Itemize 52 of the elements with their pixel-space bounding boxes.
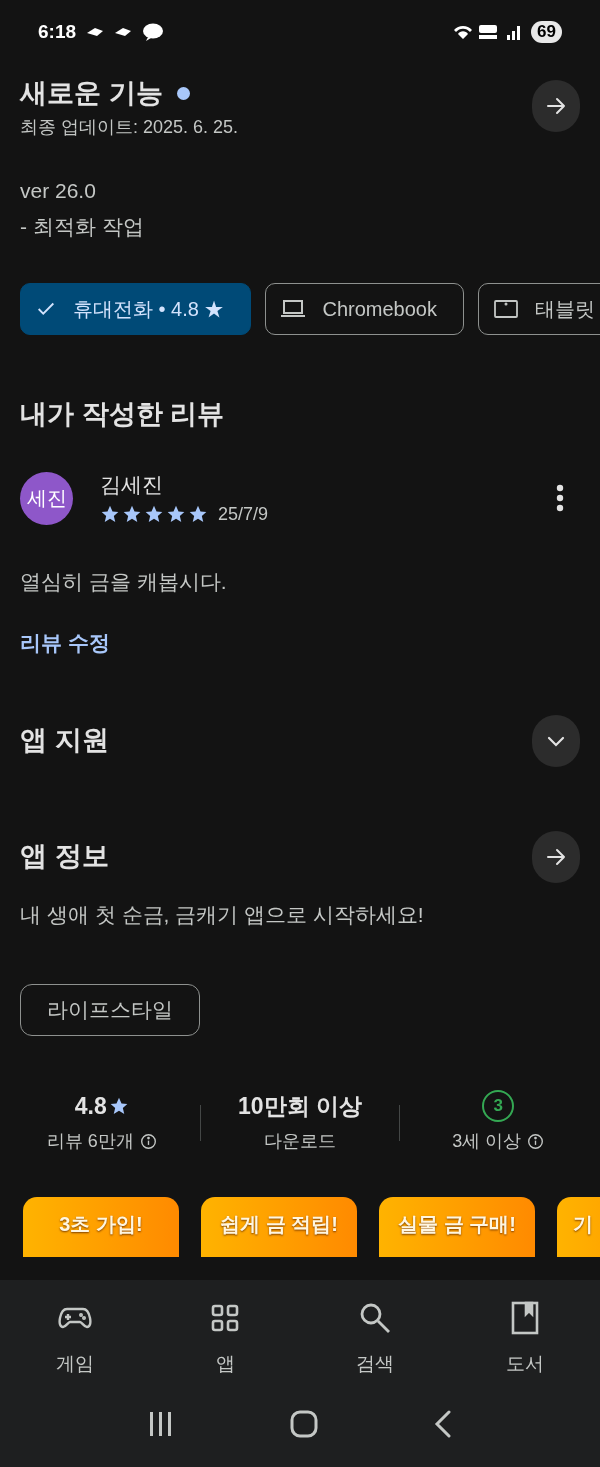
banner-text: 쉽게 금 적립! [220, 1212, 338, 1237]
notification-icon [86, 27, 105, 37]
recent-apps-icon[interactable] [148, 1410, 174, 1437]
grid-icon [211, 1304, 239, 1332]
category-chip[interactable]: 라이프스타일 [20, 984, 200, 1036]
info-icon [527, 1133, 545, 1150]
device-chip[interactable]: Chromebook [265, 283, 464, 335]
home-icon[interactable] [290, 1409, 318, 1438]
section-title: 새로운 기능 [20, 77, 163, 110]
notification-icon [114, 27, 133, 37]
device-chip[interactable]: 태블릿 [478, 283, 600, 335]
app-description: 내 생애 첫 순금, 금캐기 앱으로 시작하세요! [19, 901, 425, 928]
chevron-down-icon [547, 734, 565, 747]
back-icon[interactable] [434, 1409, 452, 1438]
gamepad-icon [58, 1305, 92, 1331]
stat-label: 리뷰 6만개 [46, 1130, 134, 1153]
release-note: - 최적화 작업 [20, 214, 145, 240]
laptop-icon [280, 298, 307, 320]
section-title: 앱 지원 [20, 724, 109, 758]
user-avatar: 세진 [20, 471, 73, 525]
battery-indicator: 69 [531, 21, 562, 43]
open-button[interactable] [532, 80, 580, 132]
nav-tab[interactable]: 앱 [150, 1300, 300, 1379]
nav-tab[interactable]: 검색 [300, 1300, 450, 1379]
star-icon [108, 1096, 129, 1116]
banner-text: 기 [573, 1212, 593, 1237]
tablet-icon [493, 299, 519, 319]
stat-value: 4.8 [74, 1091, 107, 1121]
reviewer-name: 김세진 [100, 472, 164, 498]
info-icon [139, 1133, 157, 1150]
more-options-icon[interactable] [556, 484, 564, 513]
banner-text: 실물 금 구매! [398, 1212, 516, 1237]
age-rating-badge: 3 [482, 1090, 515, 1122]
nav-tab[interactable]: 게임 [0, 1300, 150, 1379]
stat-label: 3세 이상 [452, 1130, 522, 1153]
status-time: 6:18 [38, 19, 77, 44]
banner-text: 3초 가입! [59, 1212, 143, 1237]
stat-label: 다운로드 [264, 1130, 336, 1153]
release-note: ver 26.0 [20, 178, 97, 204]
search-icon [359, 1302, 391, 1334]
open-button[interactable] [532, 830, 580, 883]
chat-bubble-icon [142, 22, 165, 42]
update-date: 최종 업데이트: 2025. 6. 25. [20, 116, 239, 139]
book-icon [511, 1301, 539, 1335]
section-title: 내가 작성한 리뷰 [19, 398, 225, 431]
nav-tab[interactable]: 도서 [450, 1300, 600, 1379]
edit-review-link[interactable]: 리뷰 수정 [0, 627, 130, 659]
review-date: 25/7/9 [218, 502, 269, 526]
stat-value: 10만회 이상 [238, 1091, 362, 1121]
section-title: 앱 정보 [20, 840, 109, 874]
device-chip[interactable]: 휴대전화 • 4.8 ★ [20, 283, 252, 335]
review-text: 열심히 금을 캐봅시다. [19, 568, 228, 595]
